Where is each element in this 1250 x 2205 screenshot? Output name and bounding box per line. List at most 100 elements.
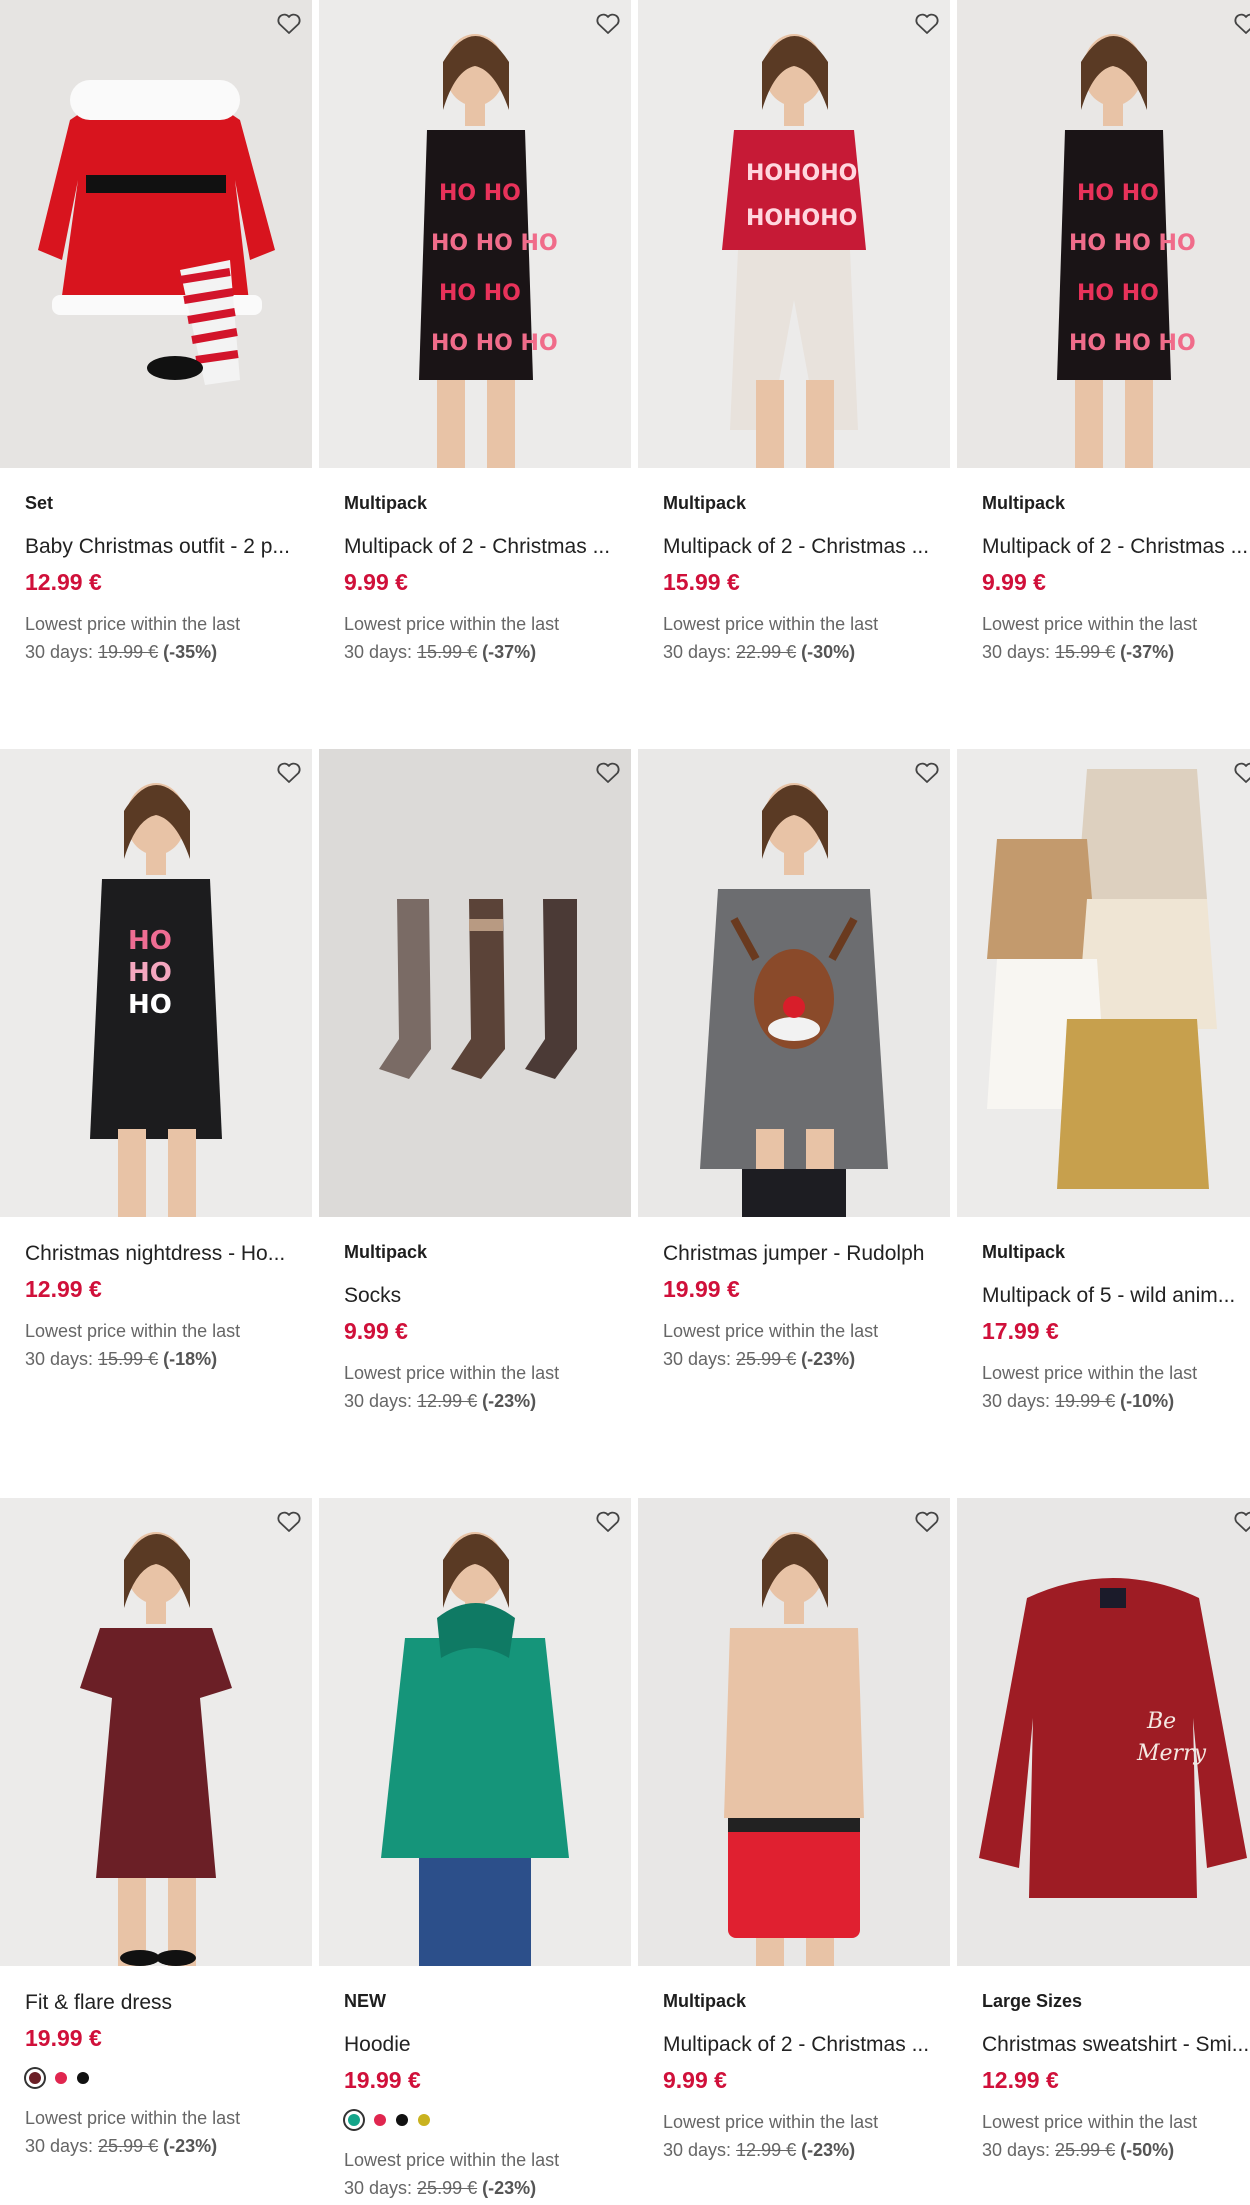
color-swatch[interactable] xyxy=(374,2114,386,2126)
product-info: Christmas nightdress - Ho... 12.99 € Low… xyxy=(0,1241,312,1373)
lowest-price-label: Lowest price within the last xyxy=(663,614,879,634)
lowest-price-label: Lowest price within the last xyxy=(663,2112,879,2132)
product-title[interactable]: Multipack of 2 - Christmas ... xyxy=(982,534,1250,560)
wishlist-heart-icon[interactable] xyxy=(595,1510,621,1534)
product-badge: Set xyxy=(25,493,54,513)
product-price: 9.99 € xyxy=(344,1318,408,1344)
baby-bodysuits-image xyxy=(957,749,1250,1217)
product-card[interactable]: Be Merry Large Sizes Christmas sweatshir… xyxy=(957,1498,1250,2164)
wishlist-heart-icon[interactable] xyxy=(914,761,940,785)
product-card[interactable]: HO HO HO Christmas nightdress - Ho... 12… xyxy=(0,749,312,1373)
product-card[interactable]: Multipack Socks 9.99 € Lowest price with… xyxy=(319,749,631,1415)
color-swatch[interactable] xyxy=(29,2072,41,2084)
product-title[interactable]: Multipack of 5 - wild anim... xyxy=(982,1283,1250,1309)
old-price: 25.99 € xyxy=(98,2136,159,2156)
lowest-price-days: 30 days: xyxy=(982,1391,1056,1411)
lowest-price-note: Lowest price within the last 30 days: 19… xyxy=(25,610,312,666)
product-title[interactable]: Christmas nightdress - Ho... xyxy=(25,1241,300,1267)
wishlist-heart-icon[interactable] xyxy=(595,761,621,785)
color-swatch[interactable] xyxy=(396,2114,408,2126)
lowest-price-label: Lowest price within the last xyxy=(344,1363,560,1383)
product-title[interactable]: Multipack of 2 - Christmas ... xyxy=(663,2032,938,2058)
wishlist-heart-icon[interactable] xyxy=(276,1510,302,1534)
wishlist-heart-icon[interactable] xyxy=(914,1510,940,1534)
old-price: 12.99 € xyxy=(736,2140,797,2160)
wishlist-heart-icon[interactable] xyxy=(276,761,302,785)
wishlist-heart-icon[interactable] xyxy=(595,12,621,36)
product-info: Multipack Multipack of 2 - Christmas ...… xyxy=(319,492,631,666)
product-image[interactable] xyxy=(957,749,1250,1217)
product-title[interactable]: Hoodie xyxy=(344,2032,619,2058)
product-card[interactable]: HO HO HO HO HO HO HO HO HO HO Multipack … xyxy=(957,0,1250,666)
ho-print-pyjama-set-image: HOHOHO HOHOHO xyxy=(638,0,950,468)
product-title[interactable]: Socks xyxy=(344,1283,619,1309)
product-title[interactable]: Multipack of 2 - Christmas ... xyxy=(663,534,938,560)
product-title[interactable]: Christmas sweatshirt - Smi... xyxy=(982,2032,1250,2058)
product-card[interactable]: Christmas jumper - Rudolph 19.99 € Lowes… xyxy=(638,749,950,1373)
product-image[interactable] xyxy=(638,1498,950,1966)
lowest-price-note: Lowest price within the last 30 days: 22… xyxy=(663,610,950,666)
product-card[interactable]: HOHOHO HOHOHO Multipack Multipack of 2 -… xyxy=(638,0,950,666)
svg-text:HO HO HO: HO HO HO xyxy=(1069,331,1196,356)
product-title[interactable]: Baby Christmas outfit - 2 p... xyxy=(25,534,300,560)
color-swatch[interactable] xyxy=(77,2072,89,2084)
product-badge: Multipack xyxy=(663,493,747,513)
product-badge: Large Sizes xyxy=(982,1991,1083,2011)
wishlist-heart-icon[interactable] xyxy=(1233,761,1250,785)
product-price: 15.99 € xyxy=(663,569,740,595)
color-swatch[interactable] xyxy=(348,2114,360,2126)
wishlist-heart-icon[interactable] xyxy=(1233,12,1250,36)
product-card[interactable]: NEW Hoodie 19.99 € Lowest price within t… xyxy=(319,1498,631,2202)
product-image[interactable]: HO HO HO HO HO HO HO HO HO HO xyxy=(957,0,1250,468)
product-title[interactable]: Fit & flare dress xyxy=(25,1990,300,2016)
svg-text:Be: Be xyxy=(1146,1709,1176,1734)
product-image[interactable] xyxy=(0,1498,312,1966)
lowest-price-label: Lowest price within the last xyxy=(344,614,560,634)
svg-text:HO: HO xyxy=(128,990,172,1020)
lowest-price-value: 30 days: 15.99 € (-37%) xyxy=(344,638,631,666)
product-image[interactable]: Be Merry xyxy=(957,1498,1250,1966)
product-image[interactable] xyxy=(319,1498,631,1966)
lowest-price-days: 30 days: xyxy=(25,1349,99,1369)
lowest-price-label: Lowest price within the last xyxy=(25,1321,241,1341)
product-price: 12.99 € xyxy=(982,2067,1059,2093)
product-card[interactable]: Set Baby Christmas outfit - 2 p... 12.99… xyxy=(0,0,312,666)
wishlist-heart-icon[interactable] xyxy=(914,12,940,36)
lowest-price-label: Lowest price within the last xyxy=(344,2150,560,2170)
product-badge: NEW xyxy=(344,1991,386,2011)
wishlist-heart-icon[interactable] xyxy=(1233,1510,1250,1534)
product-image[interactable]: HO HO HO xyxy=(0,749,312,1217)
lowest-price-value: 30 days: 19.99 € (-35%) xyxy=(25,638,312,666)
product-price: 9.99 € xyxy=(663,2067,727,2093)
color-swatch[interactable] xyxy=(418,2114,430,2126)
color-swatch[interactable] xyxy=(55,2072,67,2084)
discount-percent: (-50%) xyxy=(1115,2140,1175,2160)
discount-percent: (-37%) xyxy=(477,642,537,662)
product-card[interactable]: Fit & flare dress 19.99 € Lowest price w… xyxy=(0,1498,312,2160)
discount-percent: (-23%) xyxy=(477,1391,537,1411)
product-card[interactable]: Multipack Multipack of 2 - Christmas ...… xyxy=(638,1498,950,2164)
product-image[interactable] xyxy=(0,0,312,468)
product-image[interactable]: HOHOHO HOHOHO xyxy=(638,0,950,468)
product-price: 12.99 € xyxy=(25,569,102,595)
product-badge: Multipack xyxy=(663,1991,747,2011)
discount-percent: (-10%) xyxy=(1115,1391,1175,1411)
product-title[interactable]: Christmas jumper - Rudolph xyxy=(663,1241,938,1267)
product-image[interactable] xyxy=(319,749,631,1217)
lowest-price-value: 30 days: 22.99 € (-30%) xyxy=(663,638,950,666)
product-image[interactable] xyxy=(638,749,950,1217)
lowest-price-note: Lowest price within the last 30 days: 25… xyxy=(25,2104,312,2160)
lowest-price-note: Lowest price within the last 30 days: 19… xyxy=(982,1359,1250,1415)
product-image[interactable]: HO HO HO HO HO HO HO HO HO HO xyxy=(319,0,631,468)
lowest-price-note: Lowest price within the last 30 days: 25… xyxy=(982,2108,1250,2164)
svg-text:Merry: Merry xyxy=(1136,1741,1207,1766)
product-card[interactable]: Multipack Multipack of 5 - wild anim... … xyxy=(957,749,1250,1415)
svg-text:HO HO: HO HO xyxy=(439,281,521,306)
svg-text:HO HO: HO HO xyxy=(1077,181,1159,206)
product-title[interactable]: Multipack of 2 - Christmas ... xyxy=(344,534,619,560)
product-info: Fit & flare dress 19.99 € Lowest price w… xyxy=(0,1990,312,2160)
product-info: Multipack Socks 9.99 € Lowest price with… xyxy=(319,1241,631,1415)
wishlist-heart-icon[interactable] xyxy=(276,12,302,36)
old-price: 25.99 € xyxy=(736,1349,797,1369)
product-card[interactable]: HO HO HO HO HO HO HO HO HO HO Multipack … xyxy=(319,0,631,666)
